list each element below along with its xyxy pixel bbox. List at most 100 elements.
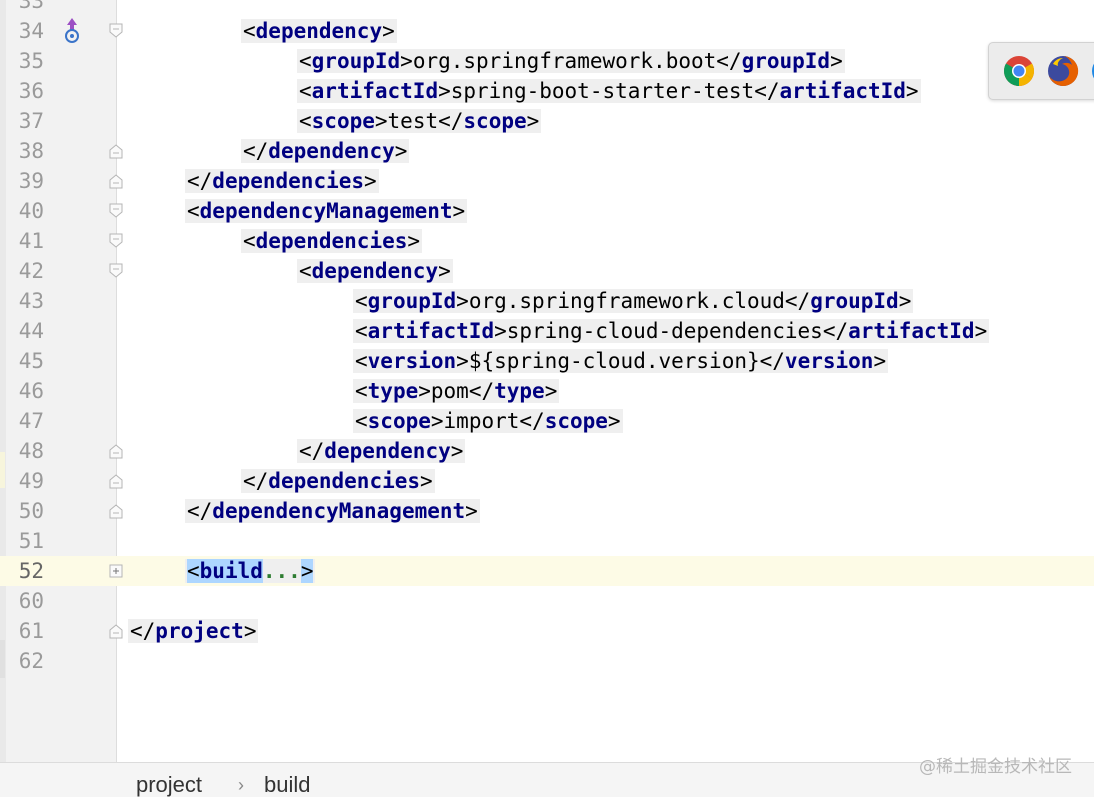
fold-marker-icon[interactable] — [108, 503, 124, 519]
tag-bracket: </ — [187, 499, 213, 523]
firefox-icon[interactable] — [1047, 55, 1079, 87]
tag-name: artifactId — [848, 319, 975, 343]
tag-bracket: > — [243, 619, 257, 643]
code-line[interactable]: 41 <dependencies> — [0, 226, 1094, 256]
tag-name: dependencyManagement — [199, 199, 453, 223]
code-line[interactable]: 50 </dependencyManagement> — [0, 496, 1094, 526]
xml-element[interactable]: <artifactId>spring-cloud-dependencies</a… — [353, 319, 990, 343]
element-value: test — [387, 109, 439, 133]
code-line[interactable]: 62 — [0, 646, 1094, 676]
xml-element[interactable]: </project> — [128, 619, 259, 643]
code-line[interactable]: 48 </dependency> — [0, 436, 1094, 466]
xml-element[interactable]: </dependencies> — [185, 169, 379, 193]
fold-marker-icon[interactable] — [108, 143, 124, 159]
override-marker-icon[interactable] — [62, 16, 82, 46]
breadcrumb-item-build[interactable]: build — [264, 771, 310, 799]
xml-element[interactable]: <groupId>org.springframework.cloud</grou… — [353, 289, 914, 313]
tag-name: groupId — [311, 49, 401, 73]
tag-bracket: > — [420, 469, 433, 493]
tag-bracket: < — [299, 259, 312, 283]
code-line[interactable]: 36 <artifactId>spring-boot-starter-test</… — [0, 76, 1094, 106]
line-number: 51 — [18, 529, 44, 553]
breadcrumb-item-project[interactable]: project — [136, 771, 202, 799]
xml-element[interactable]: </dependency> — [297, 439, 466, 463]
fold-marker-icon[interactable] — [108, 263, 124, 279]
code-line[interactable]: 61 </project> — [0, 616, 1094, 646]
tag-bracket: </ — [130, 619, 156, 643]
chrome-icon[interactable] — [1003, 55, 1035, 87]
tag-bracket: < — [355, 319, 368, 343]
xml-element[interactable]: <dependencies> — [241, 229, 423, 253]
line-number: 50 — [18, 499, 44, 523]
xml-element[interactable]: <artifactId>spring-boot-starter-test</ar… — [297, 79, 921, 103]
fold-marker-icon[interactable] — [108, 23, 124, 39]
code-line[interactable]: 49 </dependencies> — [0, 466, 1094, 496]
fold-marker-icon[interactable] — [108, 623, 124, 639]
tag-bracket: > — [300, 559, 314, 583]
tag-name: dependency — [268, 139, 395, 163]
code-line[interactable]: 45 <version>${spring-cloud.version}</vers… — [0, 346, 1094, 376]
folded-build-close: > — [300, 559, 314, 583]
xml-element[interactable]: <groupId>org.springframework.boot</group… — [297, 49, 845, 73]
xml-element[interactable]: <scope>test</scope> — [297, 109, 542, 133]
xml-element[interactable]: <dependencyManagement> — [185, 199, 468, 223]
xml-element[interactable]: </dependencyManagement> — [185, 499, 480, 523]
folded-build-element[interactable]: <build — [187, 559, 263, 583]
fold-marker-icon[interactable] — [108, 443, 124, 459]
xml-element[interactable]: <dependency> — [241, 19, 397, 43]
code-line[interactable]: 51 — [0, 526, 1094, 556]
xml-element[interactable]: <build...> — [185, 559, 316, 583]
tag-name: dependencies — [268, 469, 421, 493]
element-value: pom — [430, 379, 469, 403]
tag-bracket: < — [299, 79, 312, 103]
xml-element[interactable]: <scope>import</scope> — [353, 409, 623, 433]
code-line[interactable]: 60 — [0, 586, 1094, 616]
code-line[interactable]: 43 <groupId>org.springframework.cloud</gr… — [0, 286, 1094, 316]
code-line[interactable]: 44 <artifactId>spring-cloud-dependencies<… — [0, 316, 1094, 346]
tag-bracket: > — [494, 319, 507, 343]
xml-element[interactable]: </dependency> — [241, 139, 410, 163]
tag-name: build — [199, 559, 263, 583]
xml-element[interactable]: <dependency> — [297, 259, 453, 283]
line-number: 35 — [18, 49, 44, 73]
xml-element[interactable]: </dependencies> — [241, 469, 435, 493]
tag-bracket: </ — [243, 469, 269, 493]
code-line[interactable]: 52 <build...> — [0, 556, 1094, 586]
element-value: spring-cloud-dependencies — [506, 319, 823, 343]
fold-marker-icon[interactable] — [108, 173, 124, 189]
tag-bracket: < — [187, 199, 200, 223]
code-line[interactable]: 46 <type>pom</type> — [0, 376, 1094, 406]
expand-fold-icon[interactable] — [108, 563, 124, 579]
tag-bracket: </ — [716, 49, 742, 73]
xml-element[interactable]: <type>pom</type> — [353, 379, 560, 403]
tag-name: dependencies — [255, 229, 408, 253]
fold-marker-icon[interactable] — [108, 233, 124, 249]
code-line[interactable]: 34 <dependency> — [0, 16, 1094, 46]
code-line[interactable]: 38 </dependency> — [0, 136, 1094, 166]
fold-marker-icon[interactable] — [108, 203, 124, 219]
line-number: 36 — [18, 79, 44, 103]
tag-bracket: > — [456, 289, 469, 313]
tag-name: artifactId — [311, 79, 439, 103]
tag-bracket: > — [830, 49, 843, 73]
code-line[interactable]: 42 <dependency> — [0, 256, 1094, 286]
tag-bracket: > — [430, 409, 444, 433]
fold-marker-icon[interactable] — [108, 473, 124, 489]
code-line[interactable]: 37 <scope>test</scope> — [0, 106, 1094, 136]
code-line[interactable]: 35 <groupId>org.springframework.boot</gro… — [0, 46, 1094, 76]
tag-bracket: > — [418, 379, 431, 403]
code-line[interactable]: 39 </dependencies> — [0, 166, 1094, 196]
tag-bracket: < — [243, 19, 256, 43]
tag-bracket: > — [905, 79, 919, 103]
tag-bracket: > — [544, 379, 558, 403]
code-line[interactable]: 47 <scope>import</scope> — [0, 406, 1094, 436]
tag-bracket: </ — [438, 109, 464, 133]
code-line[interactable]: 40 <dependencyManagement> — [0, 196, 1094, 226]
tag-name: scope — [311, 109, 375, 133]
tag-name: groupId — [741, 49, 831, 73]
line-number: 39 — [18, 169, 44, 193]
tag-name: type — [494, 379, 545, 403]
tag-bracket: > — [394, 139, 408, 163]
tag-name: groupId — [810, 289, 899, 313]
xml-element[interactable]: <version>${spring-cloud.version}</versio… — [353, 349, 889, 373]
